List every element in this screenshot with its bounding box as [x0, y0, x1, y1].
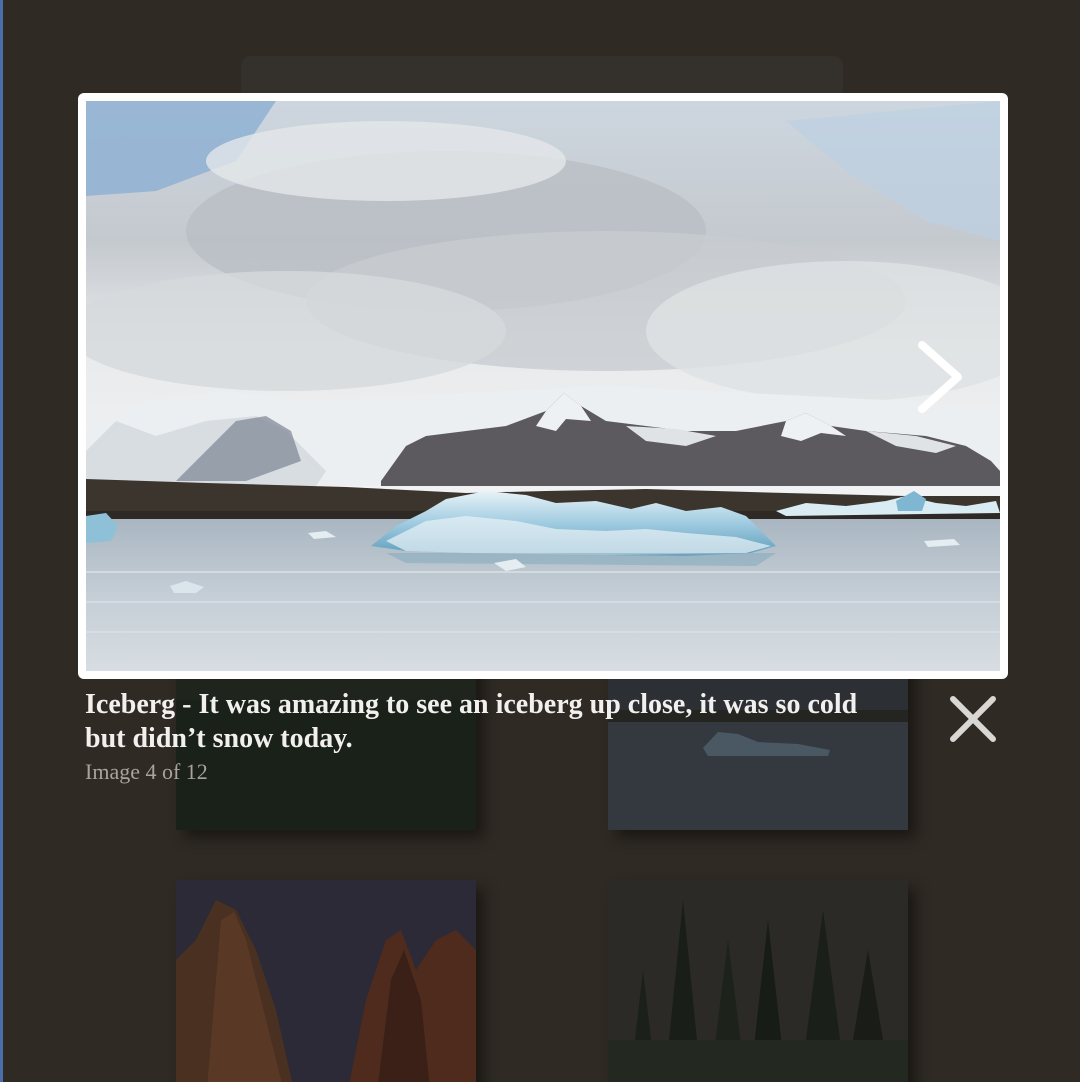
lightbox-caption: Iceberg - It was amazing to see an icebe…: [85, 688, 885, 786]
canyon-thumbnail-image: [176, 880, 476, 1082]
trees-thumbnail-image: [608, 880, 908, 1082]
gallery-page: Iceberg - It was amazing to see an icebe…: [0, 0, 1080, 1082]
lightbox-frame: [78, 93, 1008, 679]
image-counter: Image 4 of 12: [85, 759, 208, 784]
caption-title: Iceberg - It was amazing to see an icebe…: [85, 689, 858, 754]
gallery-thumbnail[interactable]: [608, 880, 908, 1082]
next-image-button[interactable]: [910, 337, 970, 417]
iceberg-photo: [86, 101, 1000, 671]
close-icon: [950, 696, 996, 742]
close-lightbox-button[interactable]: [946, 692, 1000, 746]
gallery-thumbnail[interactable]: [176, 880, 476, 1082]
window-edge: [0, 0, 3, 1082]
chevron-right-icon: [918, 341, 962, 413]
lightbox-image: [86, 101, 1000, 671]
